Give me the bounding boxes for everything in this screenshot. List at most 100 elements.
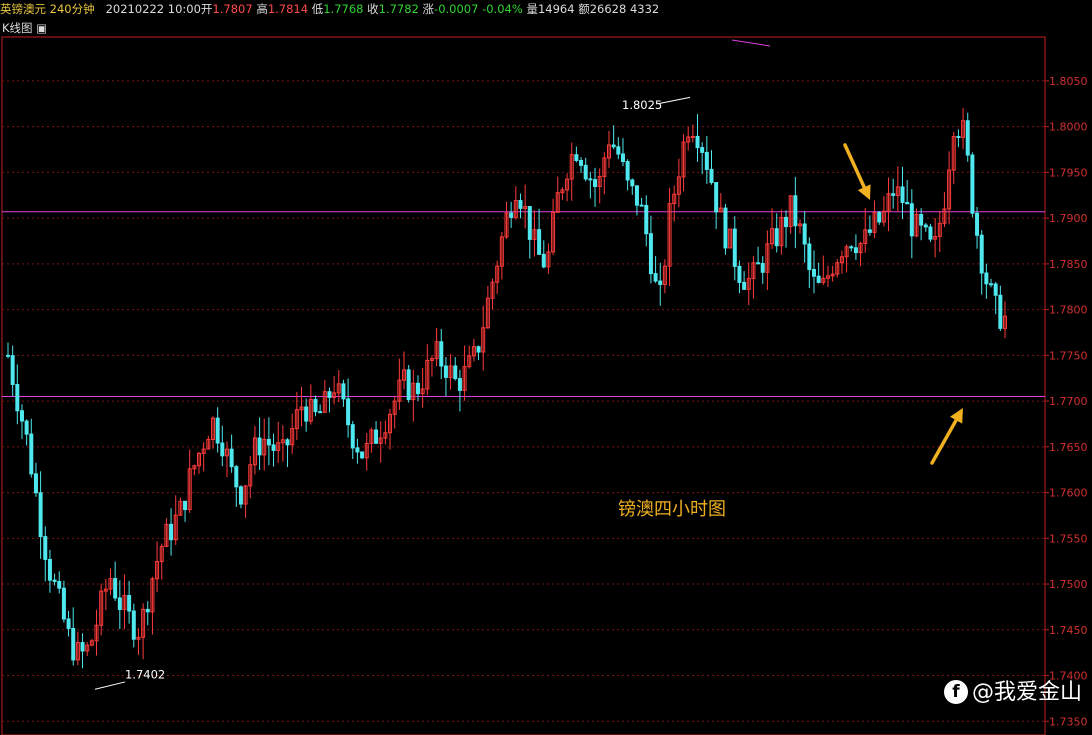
candle-down: [220, 442, 225, 457]
candle-down: [66, 618, 71, 629]
candle-down: [453, 365, 458, 380]
arrow-shaft: [843, 143, 866, 190]
candle-down: [658, 280, 663, 285]
candle-down: [905, 201, 910, 205]
low-price-label: 1.7402: [125, 668, 165, 682]
candle-down: [802, 223, 807, 245]
candle-down: [625, 161, 630, 181]
watermark: f @我爱金山: [943, 674, 1082, 706]
candle-down: [849, 246, 854, 249]
candle-down: [811, 269, 816, 277]
plot-border: [1, 36, 1046, 735]
candle-down: [965, 120, 970, 156]
candle-down: [723, 207, 728, 249]
y-tick-label: 1.7500: [1049, 578, 1088, 591]
candle-down: [979, 234, 984, 274]
candle-down: [793, 195, 798, 227]
candle-down: [574, 154, 579, 161]
candle-down: [374, 429, 379, 444]
candle-down: [588, 178, 593, 181]
low-marker-line: [94, 681, 126, 690]
candle-down: [853, 247, 858, 254]
candle-down: [784, 216, 789, 228]
candle-down: [509, 212, 514, 218]
candle-down: [285, 439, 290, 446]
candle-down: [989, 283, 994, 286]
candle-up: [690, 135, 695, 138]
y-tick-label: 1.7950: [1049, 166, 1088, 179]
candle-down: [38, 492, 43, 538]
y-tick-label: 1.7350: [1049, 715, 1088, 728]
price-axis: 1.8050 1.8000 1.7950 1.7900 1.7850 1.7800 1.77…: [1045, 75, 1088, 728]
candle-down: [313, 398, 318, 413]
up-arrow-icon: [930, 408, 963, 465]
candle-down: [891, 193, 896, 196]
candle-down: [742, 281, 747, 290]
candle-down: [43, 536, 48, 560]
candle-down: [611, 144, 616, 148]
candle-down: [737, 265, 742, 283]
candle-down: [714, 182, 719, 213]
y-tick-label: 1.7450: [1049, 624, 1088, 637]
candle-down: [33, 473, 38, 494]
candle-down: [10, 355, 15, 385]
drawn-trendline: [731, 39, 771, 47]
candle-down: [760, 263, 765, 273]
candle-down: [257, 437, 262, 456]
y-tick-label: 1.7900: [1049, 212, 1088, 225]
candle-down: [816, 275, 821, 283]
candle-down: [71, 627, 76, 661]
candle-down: [117, 597, 122, 610]
candle-down: [47, 558, 52, 581]
y-tick-label: 1.7700: [1049, 395, 1088, 408]
candle-down: [234, 466, 239, 488]
candle-down: [57, 580, 62, 589]
candle-down: [630, 179, 635, 187]
candle-down: [970, 154, 975, 214]
arrow-shaft: [930, 418, 958, 465]
candle-down: [877, 212, 882, 223]
candle-down: [318, 411, 323, 414]
candle-down: [113, 578, 118, 599]
candle-down: [476, 346, 481, 353]
candle-down: [304, 406, 309, 422]
candle-down: [266, 438, 271, 446]
grid-lines: [1, 36, 1046, 735]
candle-down: [127, 595, 132, 612]
y-tick-label: 1.7650: [1049, 441, 1088, 454]
candle-down: [956, 135, 961, 138]
candle-down: [341, 383, 346, 400]
kline-chart[interactable]: 1.8050 1.8000 1.7950 1.7900 1.7850 1.7800 1.77…: [0, 0, 1092, 735]
candle-down: [709, 168, 714, 184]
candle-down: [346, 398, 351, 426]
y-tick-label: 1.7800: [1049, 304, 1088, 317]
candle-down: [900, 186, 905, 203]
candle-down: [415, 382, 420, 395]
candle-down: [984, 272, 989, 285]
candle-down: [327, 391, 332, 398]
candle-down: [704, 151, 709, 170]
candle-down: [579, 159, 584, 166]
candle-down: [131, 610, 136, 640]
candle-down: [993, 283, 998, 296]
candle-down: [527, 206, 532, 240]
y-tick-label: 1.8050: [1049, 75, 1088, 88]
high-price-label: 1.8025: [622, 98, 662, 112]
y-tick-label: 1.7750: [1049, 349, 1088, 362]
candle-down: [648, 233, 653, 275]
candle-down: [644, 204, 649, 235]
candle-down: [695, 135, 700, 149]
candle-down: [620, 153, 625, 163]
candle-down: [616, 146, 621, 155]
candle-down: [443, 365, 448, 378]
candle-down: [350, 424, 355, 449]
candle-down: [919, 214, 924, 226]
candle-down: [541, 253, 546, 268]
candle-down: [923, 224, 928, 228]
y-tick-label: 1.8000: [1049, 121, 1088, 134]
candle-down: [271, 444, 276, 451]
candle-down: [583, 164, 588, 180]
candle-down: [807, 243, 812, 271]
candle-down: [439, 341, 444, 367]
candle-down: [24, 420, 29, 435]
